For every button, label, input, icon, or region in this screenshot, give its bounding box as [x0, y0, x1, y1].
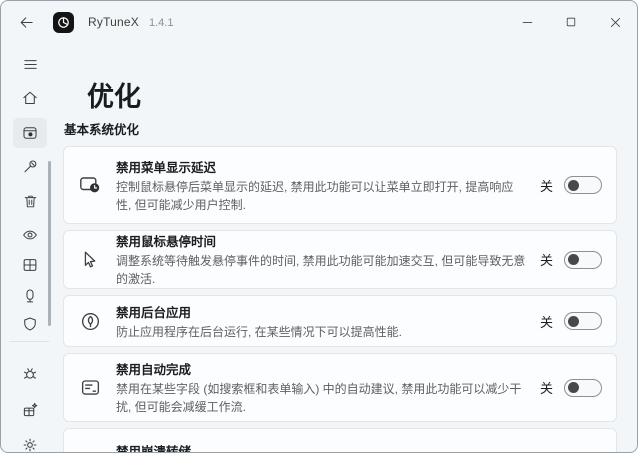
- toggle-knob: [568, 180, 579, 191]
- sidebar-item-debug[interactable]: [13, 359, 47, 389]
- toggle-switch[interactable]: [564, 452, 602, 454]
- setting-description: 防止应用程序在后台运行, 在某些情况下可以提高性能.: [116, 323, 526, 341]
- minimize-icon: [520, 15, 535, 30]
- close-button[interactable]: [593, 1, 637, 43]
- sidebar-item-settings[interactable]: [13, 430, 47, 453]
- toggle-state-label: 关: [540, 378, 553, 397]
- setting-title: 禁用崩溃转储: [116, 441, 526, 453]
- toggle-switch[interactable]: [564, 251, 602, 269]
- app-logo: [53, 12, 74, 33]
- setting-title: 禁用自动完成: [116, 359, 526, 378]
- sidebar-item-wrench[interactable]: [13, 152, 47, 182]
- trash-icon: [22, 193, 39, 210]
- section-header: 基本系统优化: [64, 119, 139, 138]
- cursor-icon: [79, 249, 101, 271]
- maximize-button[interactable]: [549, 1, 593, 43]
- toggle-switch[interactable]: [564, 176, 602, 194]
- toggle-state-label: 关: [540, 451, 553, 453]
- settings-gear-icon: [21, 436, 39, 453]
- setting-title: 禁用鼠标悬停时间: [116, 231, 526, 250]
- app-title: RyTuneX: [88, 15, 139, 29]
- wrench-icon: [21, 158, 39, 176]
- toggle-knob: [568, 316, 579, 327]
- setting-title: 禁用菜单显示延迟: [116, 157, 526, 176]
- sidebar-item-device[interactable]: [13, 281, 47, 311]
- sidebar-item-home[interactable]: [13, 83, 47, 113]
- crash-dump-icon: [79, 449, 102, 453]
- device-icon: [21, 287, 39, 305]
- sidebar-item-whats-new[interactable]: [13, 395, 47, 425]
- maximize-icon: [564, 15, 578, 29]
- sidebar-item-shield[interactable]: [13, 309, 47, 339]
- back-button[interactable]: [13, 9, 39, 35]
- sidebar-scrollbar[interactable]: [48, 161, 51, 326]
- shield-icon: [21, 315, 39, 333]
- hamburger-menu-icon: [22, 56, 39, 73]
- minimize-button[interactable]: [505, 1, 549, 43]
- eye-icon: [21, 226, 39, 244]
- navigation-rail: [1, 43, 57, 452]
- back-arrow-icon: [18, 14, 35, 31]
- toggle-state-label: 关: [540, 176, 553, 195]
- bug-icon: [21, 365, 39, 383]
- home-icon: [21, 89, 39, 107]
- toggle-switch[interactable]: [564, 312, 602, 330]
- toggle-state-label: 关: [540, 250, 553, 269]
- setting-title: 禁用后台应用: [116, 302, 526, 321]
- app-window: RyTuneX 1.4.1: [0, 0, 638, 453]
- toggle-knob: [568, 382, 579, 393]
- form-autocomplete-icon: [79, 376, 102, 399]
- app-version: 1.4.1: [149, 17, 173, 29]
- setting-card-menu-delay: 禁用菜单显示延迟 控制鼠标悬停后菜单显示的延迟, 禁用此功能可以让菜单立即打开,…: [63, 146, 617, 224]
- titlebar: RyTuneX 1.4.1: [1, 1, 637, 43]
- nav-menu-toggle[interactable]: [13, 49, 47, 79]
- setting-description: 调整系统等待触发悬停事件的时间, 禁用此功能可能加速交互, 但可能导致无意的激活…: [116, 252, 526, 288]
- optimize-icon: [21, 124, 39, 142]
- setting-card-hover-time: 禁用鼠标悬停时间 调整系统等待触发悬停事件的时间, 禁用此功能可能加速交互, 但…: [63, 230, 617, 289]
- setting-card-autocomplete: 禁用自动完成 禁用在某些字段 (如搜索框和表单输入) 中的自动建议, 禁用此功能…: [63, 353, 617, 422]
- setting-description: 禁用在某些字段 (如搜索框和表单输入) 中的自动建议, 禁用此功能可以减少干扰,…: [116, 380, 526, 416]
- apps-window-icon: [21, 256, 39, 274]
- sidebar-item-eye[interactable]: [13, 220, 47, 250]
- setting-description: 控制鼠标悬停后菜单显示的延迟, 禁用此功能可以让菜单立即打开, 提高响应性, 但…: [116, 178, 526, 214]
- page-content: 优化 基本系统优化 禁用菜单显示延迟 控制鼠标悬停后菜单显示的延迟, 禁用此功能…: [57, 43, 637, 452]
- toggle-knob: [568, 254, 579, 265]
- setting-card-background-apps: 禁用后台应用 防止应用程序在后台运行, 在某些情况下可以提高性能. 关: [63, 295, 617, 347]
- close-icon: [608, 15, 623, 30]
- sidebar-item-apps[interactable]: [13, 250, 47, 280]
- whats-new-icon: [21, 401, 39, 419]
- nav-divider: [9, 341, 49, 342]
- menu-delay-icon: [78, 173, 102, 197]
- toggle-state-label: 关: [540, 312, 553, 331]
- leaf-icon: [79, 310, 102, 333]
- page-title: 优化: [87, 75, 141, 114]
- toggle-switch[interactable]: [564, 379, 602, 397]
- sidebar-item-trash[interactable]: [13, 186, 47, 216]
- setting-card-crash-dump: 禁用崩溃转储 关: [63, 428, 617, 453]
- sidebar-item-optimize[interactable]: [13, 118, 47, 148]
